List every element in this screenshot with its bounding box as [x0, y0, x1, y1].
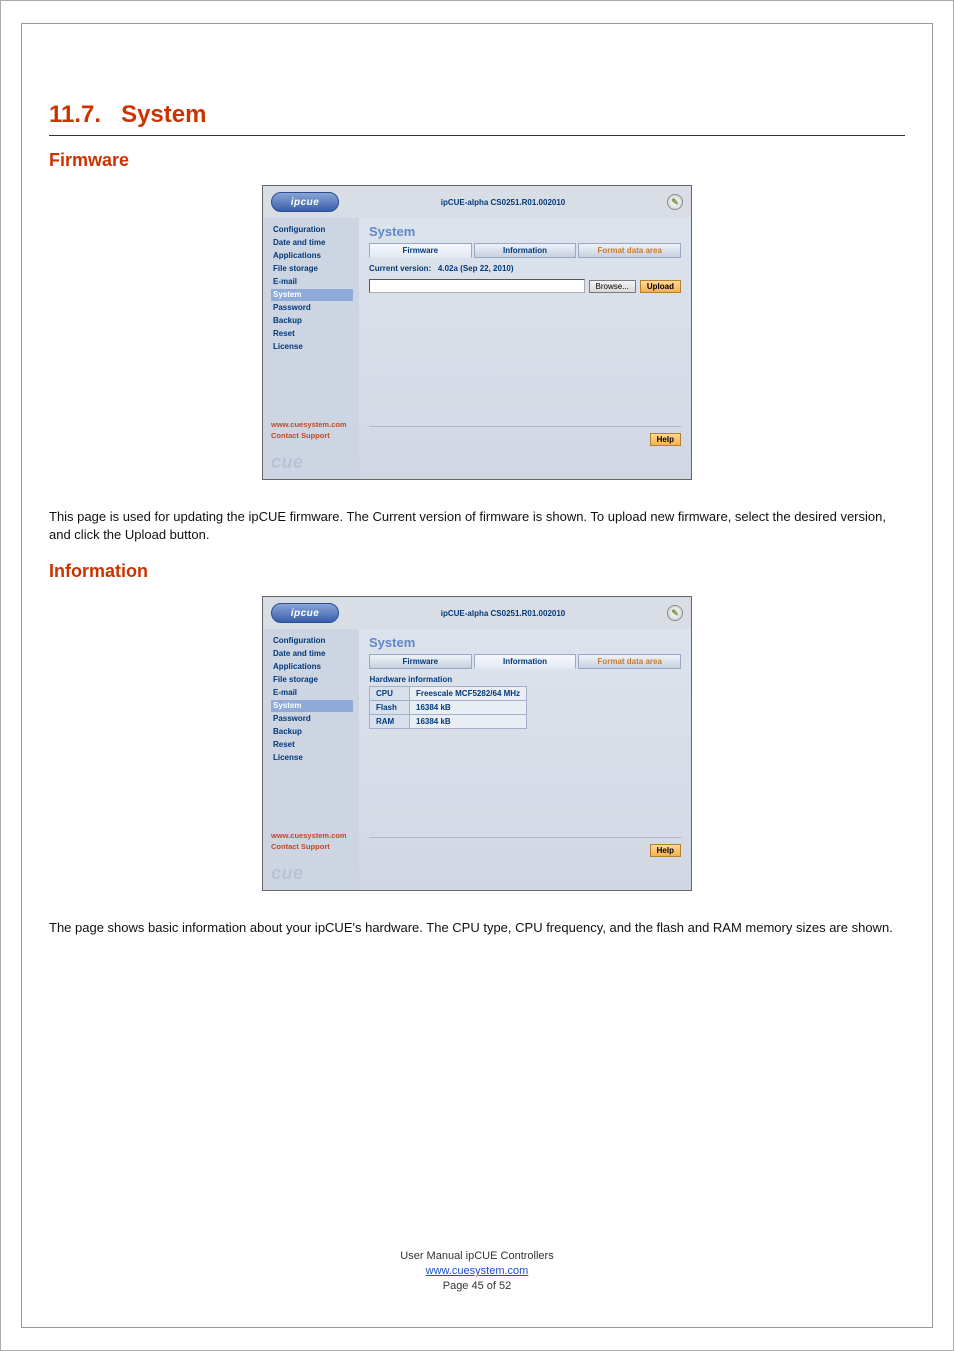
sidebar-item-backup[interactable]: Backup [271, 726, 353, 738]
section-title-text: System [121, 101, 206, 128]
table-row: Flash 16384 kB [370, 701, 527, 715]
sidebar-footer: www.cuesystem.com Contact Support cue [263, 827, 359, 890]
sidebar-item-backup[interactable]: Backup [271, 315, 353, 327]
admin-window-firmware: ipcue ipCUE-alpha CS0251.R01.002010 ✎ Co… [262, 185, 692, 480]
current-version-label: Current version: [369, 264, 431, 273]
sidebar-item-reset[interactable]: Reset [271, 739, 353, 751]
sidebar-item-reset[interactable]: Reset [271, 328, 353, 340]
admin-title: ipCUE-alpha CS0251.R01.002010 [349, 198, 657, 207]
ipcue-logo: ipcue [271, 603, 339, 623]
sidebar-item-password[interactable]: Password [271, 302, 353, 314]
sidebar-footer: www.cuesystem.com Contact Support cue [263, 416, 359, 479]
tab-firmware[interactable]: Firmware [369, 243, 472, 258]
help-button[interactable]: Help [650, 844, 681, 857]
admin-window-information: ipcue ipCUE-alpha CS0251.R01.002010 ✎ Co… [262, 596, 692, 891]
hw-cpu-value: Freescale MCF5282/64 MHz [410, 687, 527, 701]
sidebar-item-license[interactable]: License [271, 752, 353, 764]
help-button[interactable]: Help [650, 433, 681, 446]
admin-footer-main: Help [359, 827, 691, 890]
sidebar-item-file-storage[interactable]: File storage [271, 263, 353, 275]
firmware-screenshot: ipcue ipCUE-alpha CS0251.R01.002010 ✎ Co… [49, 185, 905, 480]
tab-firmware[interactable]: Firmware [369, 654, 472, 669]
sidebar: Configuration Date and time Applications… [263, 629, 359, 827]
footer-link-site[interactable]: www.cuesystem.com [271, 420, 353, 429]
upload-button[interactable]: Upload [640, 280, 681, 293]
sidebar-item-file-storage[interactable]: File storage [271, 674, 353, 686]
sidebar-item-date-and-time[interactable]: Date and time [271, 237, 353, 249]
footer-link-support[interactable]: Contact Support [271, 431, 353, 440]
information-screenshot: ipcue ipCUE-alpha CS0251.R01.002010 ✎ Co… [49, 596, 905, 891]
footer-site-link[interactable]: www.cuesystem.com [426, 1265, 529, 1277]
status-indicator-icon: ✎ [667, 605, 683, 621]
subheading-firmware: Firmware [49, 150, 905, 171]
admin-main-firmware: System Firmware Information Format data … [359, 218, 691, 416]
footer-page-number: Page 45 of 52 [1, 1279, 953, 1294]
subheading-information: Information [49, 561, 905, 582]
admin-title: ipCUE-alpha CS0251.R01.002010 [349, 609, 657, 618]
sidebar-item-password[interactable]: Password [271, 713, 353, 725]
sidebar-item-system[interactable]: System [271, 289, 353, 301]
footer-brand: cue [271, 863, 353, 884]
hw-ram-label: RAM [370, 715, 410, 729]
ipcue-logo: ipcue [271, 192, 339, 212]
hw-ram-value: 16384 kB [410, 715, 527, 729]
paragraph-information: The page shows basic information about y… [49, 919, 905, 937]
main-heading: System [369, 635, 681, 650]
paragraph-firmware: This page is used for updating the ipCUE… [49, 508, 905, 543]
sidebar: Configuration Date and time Applications… [263, 218, 359, 416]
footer-manual-title: User Manual ipCUE Controllers [1, 1249, 953, 1264]
table-row: CPU Freescale MCF5282/64 MHz [370, 687, 527, 701]
admin-header: ipcue ipCUE-alpha CS0251.R01.002010 ✎ [263, 597, 691, 629]
hw-flash-label: Flash [370, 701, 410, 715]
hardware-info-heading: Hardware information [370, 675, 527, 687]
sidebar-item-configuration[interactable]: Configuration [271, 635, 353, 647]
hardware-info-table: Hardware information CPU Freescale MCF52… [369, 675, 527, 729]
section-number: 11.7. [49, 101, 101, 128]
footer-link-site[interactable]: www.cuesystem.com [271, 831, 353, 840]
sidebar-item-date-and-time[interactable]: Date and time [271, 648, 353, 660]
tabs: Firmware Information Format data area [369, 243, 681, 258]
sidebar-item-system[interactable]: System [271, 700, 353, 712]
admin-header: ipcue ipCUE-alpha CS0251.R01.002010 ✎ [263, 186, 691, 218]
sidebar-item-configuration[interactable]: Configuration [271, 224, 353, 236]
document-footer: User Manual ipCUE Controllers www.cuesys… [1, 1249, 953, 1294]
footer-link-support[interactable]: Contact Support [271, 842, 353, 851]
sidebar-item-email[interactable]: E-mail [271, 276, 353, 288]
hw-flash-value: 16384 kB [410, 701, 527, 715]
table-row: RAM 16384 kB [370, 715, 527, 729]
tabs: Firmware Information Format data area [369, 654, 681, 669]
current-version-value: 4.02a (Sep 22, 2010) [438, 264, 514, 273]
tab-information[interactable]: Information [474, 243, 577, 258]
admin-main-information: System Firmware Information Format data … [359, 629, 691, 827]
sidebar-item-email[interactable]: E-mail [271, 687, 353, 699]
firmware-file-input[interactable] [369, 279, 585, 293]
current-version-row: Current version: 4.02a (Sep 22, 2010) [369, 264, 681, 273]
tab-information[interactable]: Information [474, 654, 577, 669]
hw-cpu-label: CPU [370, 687, 410, 701]
admin-footer-main: Help [359, 416, 691, 479]
browse-button[interactable]: Browse... [589, 280, 636, 293]
section-heading: 11.7. System [49, 101, 905, 136]
footer-brand: cue [271, 452, 353, 473]
tab-format-data-area[interactable]: Format data area [578, 654, 681, 669]
sidebar-item-applications[interactable]: Applications [271, 250, 353, 262]
main-heading: System [369, 224, 681, 239]
upload-row: Browse... Upload [369, 279, 681, 293]
sidebar-item-applications[interactable]: Applications [271, 661, 353, 673]
status-indicator-icon: ✎ [667, 194, 683, 210]
tab-format-data-area[interactable]: Format data area [578, 243, 681, 258]
sidebar-item-license[interactable]: License [271, 341, 353, 353]
